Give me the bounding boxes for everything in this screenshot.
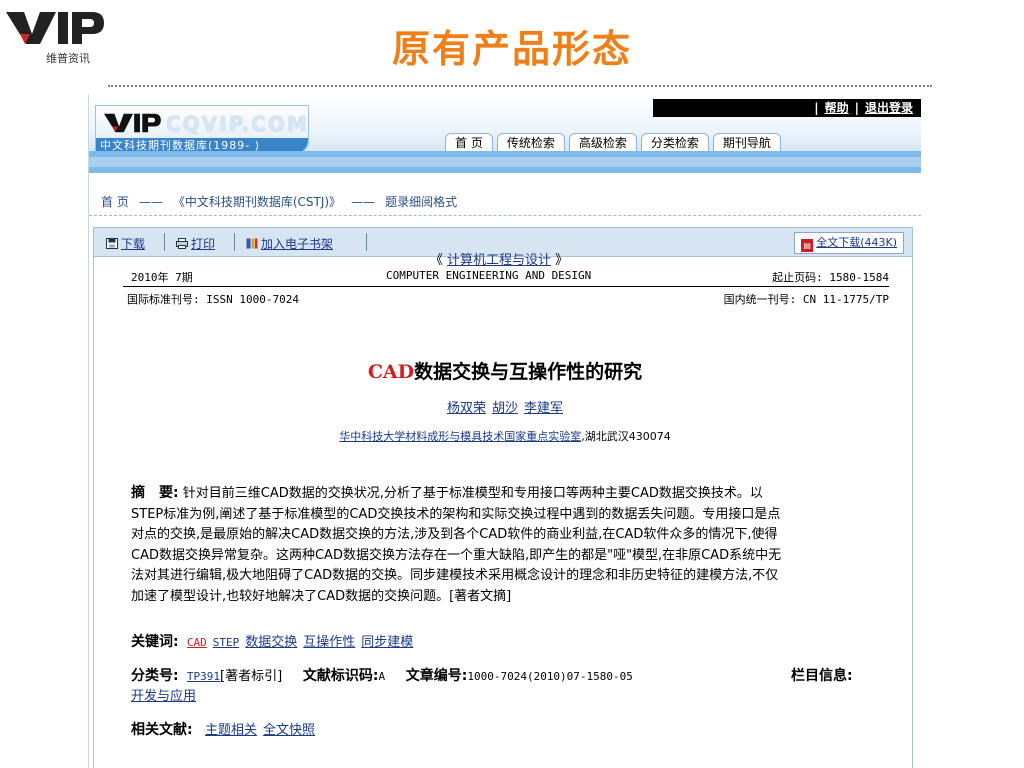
keyword-link[interactable]: CAD bbox=[187, 636, 207, 649]
keyword-link[interactable]: 数据交换 bbox=[245, 635, 297, 650]
author-link[interactable]: 胡沙 bbox=[492, 401, 518, 416]
print-icon bbox=[176, 238, 188, 249]
journal-name: 《 计算机工程与设计 》 bbox=[89, 249, 909, 268]
related-docs: 相关文献: 主题相关 全文快照 bbox=[131, 719, 321, 739]
abstract-text: 法对其进行编辑,极大地阻碍了CAD数据的交换。同步建模技术采用概念设计的理念和非… bbox=[131, 568, 779, 583]
cn-number: 国内统一刊号: CN 11-1775/TP bbox=[723, 293, 889, 306]
journal-bracket: 《 bbox=[429, 253, 443, 268]
page-range: 起止页码: 1580-1584 bbox=[772, 271, 889, 284]
logout-link[interactable]: 退出登录 bbox=[865, 101, 913, 115]
related-link[interactable]: 主题相关 bbox=[205, 723, 257, 738]
abstract: 摘 要: 针对目前三维CAD数据的交换状况,分析了基于标准模型和专用接口等两种主… bbox=[131, 483, 879, 607]
related-label: 相关文献: bbox=[131, 722, 193, 738]
meta-divider bbox=[123, 286, 889, 287]
abstract-text: 加速了模型设计,也较好地解决了CAD数据的交换问题。[著者文摘] bbox=[131, 588, 512, 604]
issn: 国际标准刊号: ISSN 1000-7024 bbox=[127, 293, 299, 306]
keywords: 关键词: CAD STEP 数据交换 互操作性 同步建模 bbox=[131, 631, 419, 651]
paper-title-highlight: CAD bbox=[367, 361, 415, 383]
breadcrumb-database[interactable]: 《中文科技期刊数据库(CSTJ)》 bbox=[173, 195, 341, 209]
abstract-text: CAD数据交换异常复杂。这两种CAD数据交换方法存在一个重大缺陷,即产生的都是"… bbox=[131, 547, 782, 563]
tab-traditional-search[interactable]: 传统检索 bbox=[496, 133, 565, 152]
breadcrumb-current: 题录细阅格式 bbox=[385, 195, 458, 209]
top-links: | 帮助 | 退出登录 bbox=[814, 101, 913, 115]
journal-bracket: 》 bbox=[555, 253, 569, 268]
embedded-page-screenshot: | 帮助 | 退出登录 CQVIP.COM 中文科技期刊数据库(1989- ) 首 页… bbox=[88, 95, 921, 768]
fulltext-download-label: 全文下载(443K) bbox=[816, 236, 897, 249]
classification-note: [著者标引] bbox=[220, 669, 283, 684]
save-icon bbox=[106, 238, 118, 249]
breadcrumb-separator: —— bbox=[138, 195, 163, 209]
column-info: 栏目信息: bbox=[791, 665, 853, 685]
breadcrumb-divider bbox=[89, 215, 921, 216]
article-number-label: 文章编号: bbox=[405, 668, 468, 684]
vip-brand-icon bbox=[104, 113, 161, 133]
issue-info: 2010年 7期 bbox=[131, 271, 193, 284]
article-number-value: 1000-7024(2010)07-1580-05 bbox=[467, 670, 633, 683]
help-link[interactable]: 帮助 bbox=[825, 101, 849, 115]
keyword-link[interactable]: 互操作性 bbox=[303, 635, 355, 650]
nav-band-highlight bbox=[89, 157, 921, 167]
keyword-link[interactable]: 同步建模 bbox=[361, 635, 413, 650]
authors: 杨双荣 胡沙 李建军 bbox=[89, 397, 921, 416]
classification-label: 分类号: bbox=[131, 668, 179, 684]
tab-category-search[interactable]: 分类检索 bbox=[640, 133, 709, 152]
breadcrumb-separator: —— bbox=[351, 195, 376, 209]
column-value-row: 开发与应用 bbox=[131, 685, 202, 704]
author-link[interactable]: 李建军 bbox=[524, 401, 563, 416]
journal-english-name: COMPUTER ENGINEERING AND DESIGN bbox=[386, 269, 592, 282]
keyword-link[interactable]: STEP bbox=[213, 636, 240, 649]
breadcrumb-home[interactable]: 首 页 bbox=[101, 195, 129, 209]
related-link[interactable]: 全文快照 bbox=[263, 723, 315, 738]
abstract-text: 对点的交换,是最原始的解决CAD数据交换的方法,涉及到各个CAD软件的商业利益,… bbox=[131, 527, 778, 542]
abstract-text: 针对目前三维CAD数据的交换状况,分析了基于标准模型和专用接口等两种主要CAD数… bbox=[182, 486, 763, 501]
doc-id-value: A bbox=[378, 670, 386, 683]
tab-home[interactable]: 首 页 bbox=[445, 133, 493, 152]
site-brand: CQVIP.COM 中文科技期刊数据库(1989- ) bbox=[95, 105, 309, 155]
nav-tabs: 首 页 传统检索 高级检索 分类检索 期刊导航 bbox=[445, 133, 781, 152]
abstract-text: STEP标准为例,阐述了基于标准模型的CAD交换技术的架构和实际交换过程中遇到的… bbox=[131, 506, 781, 522]
paper-title: CAD数据交换与互操作性的研究 bbox=[89, 357, 921, 384]
affiliation-link[interactable]: 华中科技大学材料成形与模具技术国家重点实验室 bbox=[339, 430, 581, 443]
tab-journal-nav[interactable]: 期刊导航 bbox=[712, 133, 781, 152]
brand-watermark: CQVIP.COM bbox=[166, 112, 309, 136]
abstract-label: 摘 要: bbox=[131, 485, 179, 501]
doc-id-label: 文献标识码: bbox=[302, 668, 379, 684]
column-link[interactable]: 开发与应用 bbox=[131, 689, 196, 704]
classification-link[interactable]: TP391 bbox=[187, 670, 220, 683]
site-banner: | 帮助 | 退出登录 CQVIP.COM 中文科技期刊数据库(1989- ) 首 页… bbox=[89, 95, 921, 157]
affiliation: 华中科技大学材料成形与模具技术国家重点实验室,湖北武汉430074 bbox=[89, 428, 921, 444]
keywords-label: 关键词: bbox=[131, 634, 179, 650]
author-link[interactable]: 杨双荣 bbox=[447, 401, 486, 416]
affiliation-location: ,湖北武汉430074 bbox=[581, 430, 671, 443]
classification-row: 分类号: TP391[著者标引] 文献标识码:A 文章编号:1000-7024(… bbox=[131, 665, 633, 685]
column-label: 栏目信息: bbox=[791, 668, 853, 684]
divider bbox=[108, 85, 932, 87]
slide-title: 原有产品形态 bbox=[391, 27, 632, 71]
breadcrumb: 首 页 —— 《中文科技期刊数据库(CSTJ)》 —— 题录细阅格式 bbox=[101, 193, 467, 210]
bookshelf-icon bbox=[246, 238, 258, 249]
tab-advanced-search[interactable]: 高级检索 bbox=[568, 133, 637, 152]
journal-link[interactable]: 计算机工程与设计 bbox=[447, 253, 551, 268]
paper-title-text: 数据交换与互操作性的研究 bbox=[414, 361, 643, 383]
